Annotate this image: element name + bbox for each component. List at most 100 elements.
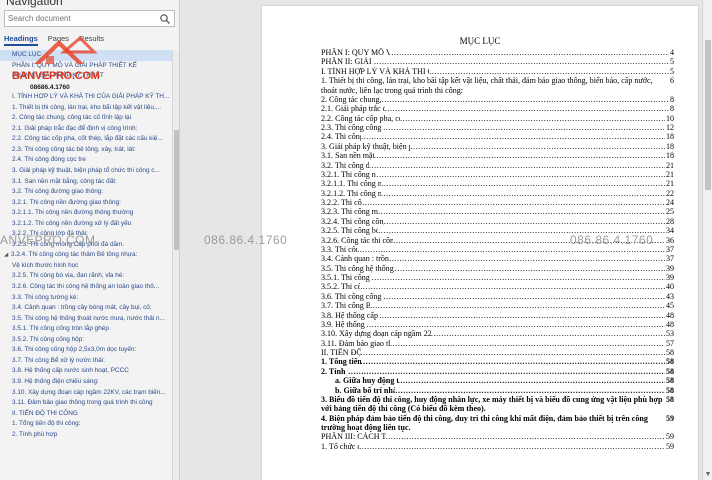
toc-entry[interactable]: 3.6. Thi công cống hộp 2,5x3,0m dọc tuyế… [321, 292, 674, 301]
nav-heading-item[interactable]: 1. Thiết bị thi công, lán trại, kho bãi … [0, 103, 172, 114]
toc-entry[interactable]: 3.2.5. Thi công bó vỉa, đan rãnh, vỉa hè… [321, 226, 674, 235]
toc-page-number: 48 [665, 310, 674, 320]
toc-entry[interactable]: 2.3. Thi công công tác bê tông, xây, trá… [321, 123, 674, 132]
nav-heading-item[interactable]: 2. Tính phù hợp [0, 430, 172, 441]
nav-heading-item[interactable]: 3.6. Thi công cống hộp 2,5x3,0m dọc tuyế… [0, 345, 172, 356]
search-input[interactable] [8, 12, 158, 25]
nav-heading-item[interactable]: 1. Tổng tiến độ thi công: [0, 419, 172, 430]
document-scrollbar[interactable]: ▼ [702, 0, 712, 480]
document-scroll-thumb[interactable] [705, 40, 711, 190]
toc-leader-dots [385, 104, 669, 113]
nav-heading-item[interactable]: Vệ kích thước hình học [0, 261, 172, 272]
nav-heading-item[interactable]: 3. Giải pháp kỹ thuật, biện pháp tổ chức… [0, 166, 172, 177]
toc-entry[interactable]: 3.5.2. Thi công cống hộp: 40 [321, 282, 674, 291]
expand-caret-icon[interactable]: ◢ [4, 250, 11, 261]
navigation-scrollbar[interactable] [172, 50, 179, 480]
toc-entry[interactable]: 3.2.3. Thi công móng Cấp phối đá dăm. 25 [321, 207, 674, 216]
toc-entry[interactable]: 3.3. Thi công tường kè: 37 [321, 245, 674, 254]
toc-entry[interactable]: 2. Tính phù hợp 58 [321, 367, 674, 376]
toc-entry[interactable]: 2. Công tác chung, công tác cố tĩnh lập … [321, 95, 674, 104]
nav-heading-item[interactable]: 3.7. Thi công Bể xử lý nước thải: [0, 356, 172, 367]
nav-heading-item[interactable]: 3.2.3. Thi công móng Cấp phối đá dăm. [0, 240, 172, 251]
toc-entry[interactable]: 2.4. Thi công đóng cọc tre 18 [321, 132, 674, 141]
nav-heading-item[interactable]: 3.2.1. Thi công nền đường giao thông: [0, 198, 172, 209]
toc-entry[interactable]: 58 3. Biểu đồ tiến độ thi công, huy động … [321, 395, 674, 414]
toc-entry[interactable]: b. Giữa bố trí nhân lực và tiến độ thi c… [321, 386, 674, 395]
toc-entry[interactable]: 6 1. Thiết bị thi công, lán trại, kho bãi… [321, 76, 674, 95]
search-icon[interactable] [159, 13, 171, 25]
nav-heading-item[interactable]: 3.2.1.2. Thi công nền đường xử lý đất yế… [0, 219, 172, 230]
tab-headings[interactable]: Headings [4, 34, 38, 46]
toc-entry[interactable]: 3.4. Cảnh quan : trồng cây bóng mát, cây… [321, 254, 674, 263]
toc-leader-dots [374, 57, 669, 66]
nav-heading-label: 3.5.2. Thi công cống hộp: [12, 335, 85, 343]
search-box[interactable] [4, 10, 175, 27]
toc-entry[interactable]: 59 4. Biện pháp đảm bảo tiến độ thi công,… [321, 414, 674, 433]
toc-entry[interactable]: 3.1. San nền mặt bằng, công tác đất: 18 [321, 151, 674, 160]
nav-heading-item[interactable]: 3.1. San nền mặt bằng, công tác đất: [0, 177, 172, 188]
toc-entry[interactable]: II. TIẾN ĐỘ THI CÔNG: 58 [321, 348, 674, 357]
nav-heading-item[interactable]: 3.5.1. Thi công cống tròn lắp ghép [0, 324, 172, 335]
nav-heading-item[interactable]: 3.4. Cảnh quan : trồng cây bóng mát, cây… [0, 303, 172, 314]
nav-heading-item[interactable]: 3.2.2. Thi công lớp đá thải: [0, 229, 172, 240]
toc-entry[interactable]: 3.10. Xây dựng đoạn cáp ngầm 22KV, các t… [321, 329, 674, 338]
nav-heading-item[interactable]: 2.2. Công tác cốp pha, cốt thép, lắp đặt… [0, 134, 172, 145]
toc-entry[interactable]: 3.5.1. Thi công cống tròn lắp ghép 39 [321, 273, 674, 282]
nav-heading-label: 3.2.3. Thi công móng Cấp phối đá dăm. [12, 240, 125, 248]
toc-entry[interactable]: 3.8. Hệ thống cấp nước sinh hoạt, PCCC 48 [321, 311, 674, 320]
nav-heading-label: 3.11. Đảm bảo giao thông trong quá trình… [12, 399, 153, 407]
toc-entry[interactable]: 1. Tổng tiến độ thi công: 58 [321, 357, 674, 366]
nav-heading-item[interactable]: 3.5.2. Thi công cống hộp: [0, 335, 172, 346]
nav-heading-item[interactable]: I. TÍNH HỢP LÝ VÀ KHẢ THI CỦA GIẢI PHÁP … [0, 92, 172, 103]
toc-entry[interactable]: 3.2.1. Thi công nền đường giao thông: 21 [321, 170, 674, 179]
nav-heading-item[interactable]: MỤC LỤC [0, 50, 172, 61]
toc-entry[interactable]: 2.2. Công tác cốp pha, cốt thép, lắp đặt… [321, 114, 674, 123]
toc-entry[interactable]: 3.2.6. Công tác thi công hệ thống an toà… [321, 236, 674, 245]
nav-heading-item[interactable]: 3.3. Thi công tường kè: [0, 293, 172, 304]
nav-heading-label: 3. Giải pháp kỹ thuật, biện pháp tổ chức… [12, 167, 160, 175]
nav-heading-item[interactable]: 3.9. Hệ thống điện chiếu sáng: [0, 377, 172, 388]
nav-heading-item[interactable]: 3.2.5. Thi công bó via, đan rãnh, vỉa hè… [0, 271, 172, 282]
tab-results[interactable]: Results [79, 34, 104, 46]
toc-entry-text: 1. Tổng tiến độ thi công: [321, 357, 361, 367]
nav-heading-item[interactable]: 2.1. Giải pháp trắc đạc để định vị công … [0, 124, 172, 135]
toc-entry[interactable]: PHẦN I: QUY MÔ VÀ GIẢI PHÁP THIẾT KẾ 4 [321, 48, 674, 57]
toc-page-number: 58 [665, 385, 674, 395]
nav-heading-item[interactable]: 2.4. Thi công đóng cọc tre [0, 155, 172, 166]
toc-leader-dots [431, 329, 665, 338]
toc-entry[interactable]: 3.7. Thi công Bể xử lý nước thải: 45 [321, 301, 674, 310]
nav-heading-item[interactable]: 3.2. Thi công đường giao thông: [0, 187, 172, 198]
toc-entry[interactable]: a. Giữa huy động thiết bị và tiến độ thi… [321, 376, 674, 385]
nav-heading-item[interactable]: 2. Công tác chung, công tác cố tĩnh lập … [0, 113, 172, 124]
nav-heading-item[interactable]: 3.8. Hệ thống cấp nước sinh hoạt, PCCC [0, 366, 172, 377]
navigation-scroll-thumb[interactable] [174, 130, 179, 250]
toc-entry[interactable]: 3.11. Đảm bảo giao thông trong quá trình… [321, 339, 674, 348]
nav-heading-item[interactable]: ◢ 3.2.4. Thi công công tác thảm Bê tông n… [0, 250, 172, 261]
toc-entry[interactable]: 1. Tổ chức quản lý dự án 59 [321, 442, 674, 451]
tab-pages[interactable]: Pages [48, 34, 69, 46]
toc-entry[interactable]: 3.2.4. Thi công công tác thảm Bê tông nh… [321, 217, 674, 226]
nav-heading-item[interactable]: 2.3. Thi công công tác bê tông, xây, trá… [0, 145, 172, 156]
toc-entry[interactable]: 3. Giải pháp kỹ thuật, biện pháp tổ chức… [321, 142, 674, 151]
nav-heading-item[interactable]: 3.2.6. Công tác thi công hệ thống an toà… [0, 282, 172, 293]
toc-entry[interactable]: 2.1. Giải pháp trắc đạc để định vị công … [321, 104, 674, 113]
toc-entry[interactable]: 3.2.1.2. Thi công nền đường xử lý đất yế… [321, 189, 674, 198]
nav-heading-item[interactable]: 3.11. Đảm bảo giao thông trong quá trình… [0, 398, 172, 409]
toc-leader-dots [400, 114, 665, 123]
toc-entry[interactable]: PHẦN III: CÁCH THỨC QUẢN LÝ DỰ ÁN 59 [321, 432, 674, 441]
toc-leader-dots [374, 151, 665, 160]
scroll-down-icon[interactable]: ▼ [704, 471, 712, 479]
nav-heading-item[interactable] [0, 82, 172, 93]
nav-heading-item[interactable]: II. TIẾN ĐỘ THI CÔNG [0, 409, 172, 420]
toc-entry[interactable]: 3.5. Thi công hệ thống thoát nước mưa, n… [321, 264, 674, 273]
toc-entry[interactable]: PHẦN II: GIẢI PHÁP KỸ THUẬT 5 [321, 57, 674, 66]
toc-entry[interactable]: 3.2.2. Thi công lớp đá thải: 24 [321, 198, 674, 207]
toc-entry[interactable]: 3.2. Thi công đường giao thông: 21 [321, 161, 674, 170]
document-page[interactable]: MỤC LỤC PHẦN I: QUY MÔ VÀ GIẢI PHÁP THIẾ… [262, 6, 698, 480]
nav-heading-item[interactable]: 3.10. Xây dựng đoạn cáp ngầm 22KV, các t… [0, 388, 172, 399]
toc-entry[interactable]: I. TÍNH HỢP LÝ VÀ KHẢ THI CỦA GIẢI PHÁP … [321, 67, 674, 76]
toc-entry[interactable]: 3.2.1.1. Thi công nền đường thông thường… [321, 179, 674, 188]
nav-heading-item[interactable]: 3.2.1.1. Thi công nền đường thông thường [0, 208, 172, 219]
nav-heading-item[interactable]: 3.5. Thi công hệ thống thoát nước mưa, n… [0, 314, 172, 325]
toc-entry[interactable]: 3.9. Hệ thống điện chiếu sáng: 48 [321, 320, 674, 329]
